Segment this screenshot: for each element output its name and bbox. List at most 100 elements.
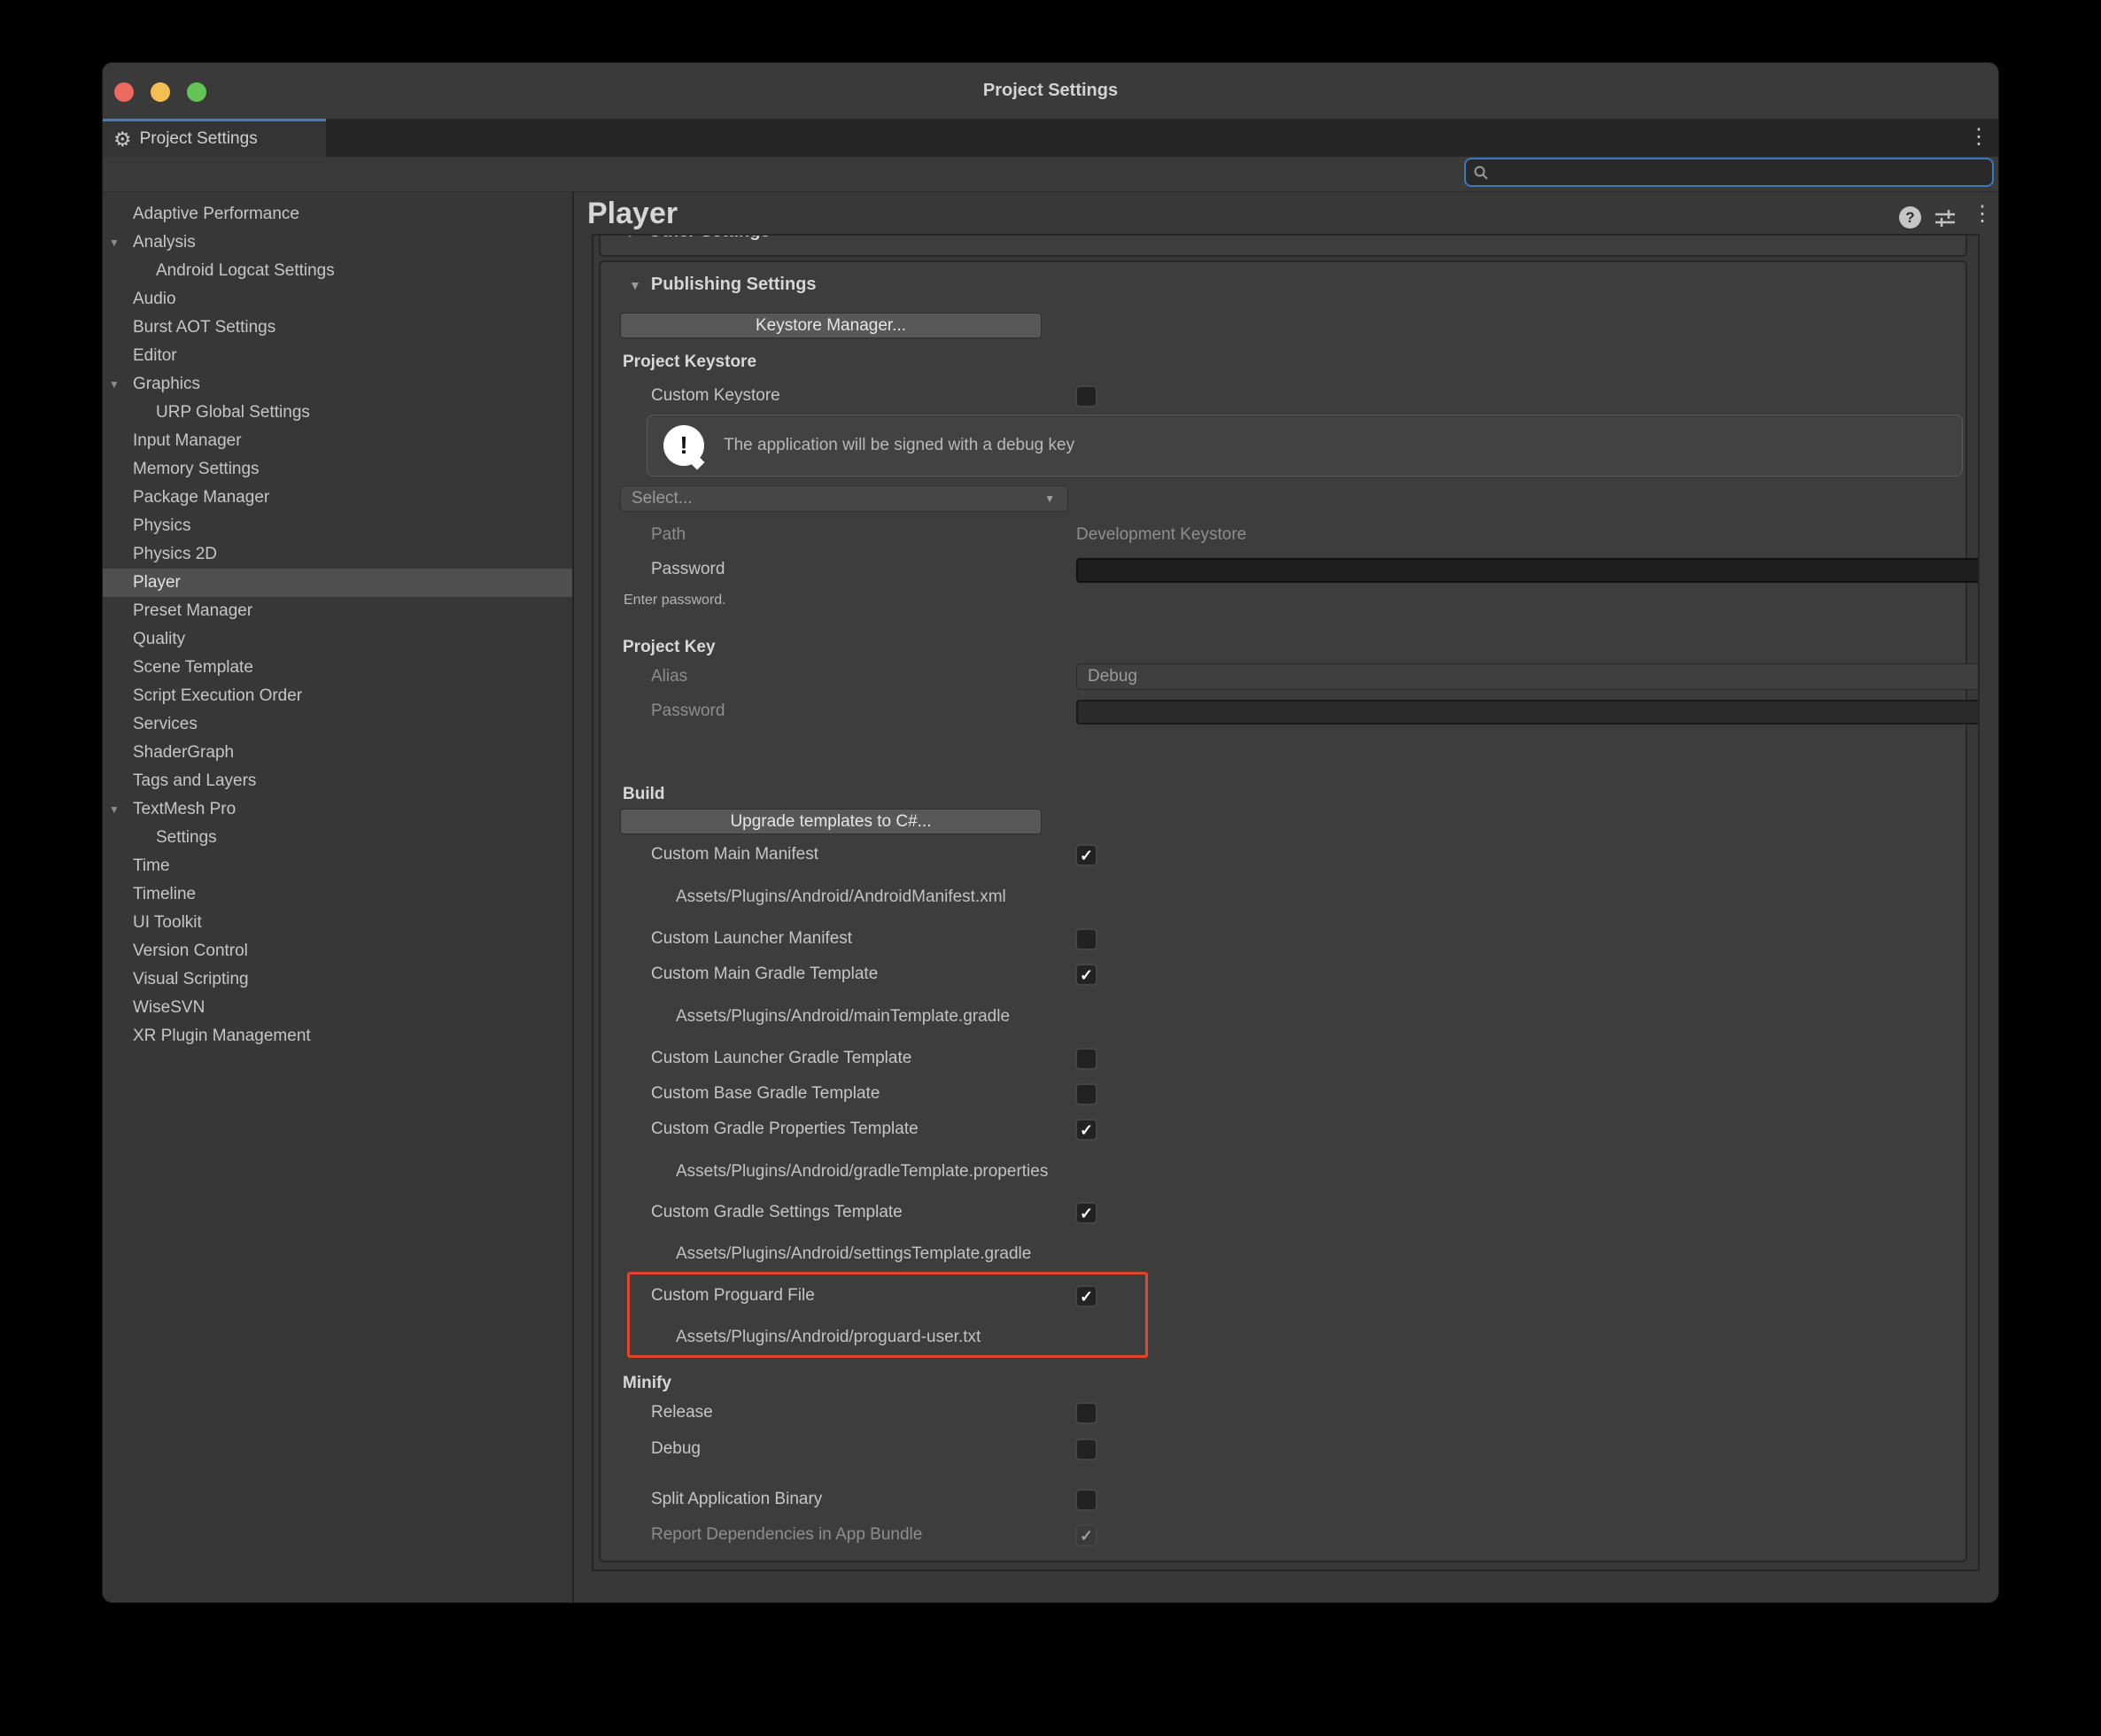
tab-bar: ⚙ Project Settings ⋮ <box>103 119 1998 157</box>
custom-main-gradle-checkbox[interactable]: ✓ <box>1075 964 1097 986</box>
sidebar-item-physics-2d[interactable]: Physics 2D <box>103 540 572 569</box>
chevron-down-icon: ▼ <box>1044 492 1055 505</box>
alias-dropdown[interactable]: Debug ▼ <box>1076 663 1980 690</box>
sidebar-item-visual-scripting[interactable]: Visual Scripting <box>103 965 572 994</box>
help-icon[interactable]: ? <box>1899 206 1921 229</box>
sidebar-item-memory-settings[interactable]: Memory Settings <box>103 455 572 484</box>
sidebar-item-services[interactable]: Services <box>103 710 572 739</box>
tab-menu-kebab-icon[interactable]: ⋮ <box>1968 127 1989 148</box>
check-icon: ✓ <box>1080 848 1093 864</box>
split-application-binary-label: Split Application Binary <box>651 1486 822 1513</box>
sidebar-item-xr-plugin-management[interactable]: XR Plugin Management <box>103 1022 572 1050</box>
sidebar-item-wisesvn[interactable]: WiseSVN <box>103 994 572 1022</box>
keystore-password-input[interactable] <box>1076 558 1980 583</box>
other-settings-section: ▶ Other Settings <box>599 234 1967 257</box>
alias-label: Alias <box>651 663 687 690</box>
keystore-manager-button[interactable]: Keystore Manager... <box>620 313 1042 338</box>
info-message: The application will be signed with a de… <box>724 436 1074 455</box>
search-input[interactable] <box>1494 163 1973 182</box>
custom-proguard-file-checkbox[interactable]: ✓ <box>1075 1285 1097 1307</box>
sidebar-item-analysis[interactable]: ▼Analysis <box>103 229 572 257</box>
check-icon: ✓ <box>1080 1528 1093 1544</box>
report-dependencies-checkbox: ✓ <box>1075 1524 1097 1546</box>
project-settings-window: Project Settings ⚙ Project Settings ⋮ Ad… <box>102 62 1999 1603</box>
sidebar-item-shadergraph[interactable]: ShaderGraph <box>103 739 572 767</box>
foldout-closed-icon: ▶ <box>629 234 639 239</box>
page-title: Player <box>587 197 678 231</box>
keystore-select-dropdown[interactable]: Select... ▼ <box>620 485 1068 512</box>
custom-launcher-manifest-checkbox[interactable]: ✓ <box>1075 928 1097 950</box>
custom-keystore-label: Custom Keystore <box>651 383 780 409</box>
publishing-settings-foldout[interactable]: ▼ Publishing Settings <box>629 275 817 295</box>
upgrade-templates-button[interactable]: Upgrade templates to C#... <box>620 809 1042 834</box>
project-key-header: Project Key <box>623 634 716 661</box>
sidebar-item-scene-template[interactable]: Scene Template <box>103 654 572 682</box>
custom-launcher-gradle-checkbox[interactable]: ✓ <box>1075 1048 1097 1070</box>
build-row-label: Custom Gradle Properties Template <box>651 1116 919 1143</box>
tab-label: Project Settings <box>140 129 258 149</box>
build-row-label: Custom Base Gradle Template <box>651 1081 880 1107</box>
minify-release-checkbox[interactable]: ✓ <box>1075 1402 1097 1424</box>
check-icon: ✓ <box>1080 1122 1093 1138</box>
sidebar-item-editor[interactable]: Editor <box>103 342 572 370</box>
custom-gradle-settings-checkbox[interactable]: ✓ <box>1075 1202 1097 1224</box>
sidebar-item-adaptive-performance[interactable]: Adaptive Performance <box>103 200 572 229</box>
custom-keystore-checkbox[interactable]: ✓ <box>1075 385 1097 407</box>
report-dependencies-label: Report Dependencies in App Bundle <box>651 1522 922 1548</box>
sidebar-item-preset-manager[interactable]: Preset Manager <box>103 597 572 625</box>
minify-row-label: Debug <box>651 1436 701 1462</box>
key-password-input[interactable] <box>1076 700 1980 725</box>
gradle-properties-path: Assets/Plugins/Android/gradleTemplate.pr… <box>676 1159 1048 1185</box>
minify-header: Minify <box>623 1370 671 1397</box>
player-settings-panel: Player ? ⋮ ▶ Other Settings <box>574 192 1999 1603</box>
sidebar-item-textmesh-pro[interactable]: ▼TextMesh Pro <box>103 795 572 824</box>
foldout-open-icon: ▼ <box>629 278 641 292</box>
foldout-open-icon[interactable]: ▼ <box>109 378 120 391</box>
sidebar-item-tmp-settings[interactable]: Settings <box>103 824 572 852</box>
sidebar-item-graphics[interactable]: ▼Graphics <box>103 370 572 399</box>
sidebar-item-script-execution-order[interactable]: Script Execution Order <box>103 682 572 710</box>
publishing-settings-section: ▼ Publishing Settings Keystore Manager..… <box>599 260 1967 1562</box>
search-field[interactable] <box>1464 158 1994 187</box>
sidebar-item-player[interactable]: Player <box>103 569 572 597</box>
custom-base-gradle-checkbox[interactable]: ✓ <box>1075 1083 1097 1105</box>
settings-scroll-view: ▶ Other Settings ▼ Publishing Settings K… <box>592 234 1980 1571</box>
other-settings-foldout[interactable]: ▶ Other Settings <box>629 234 771 242</box>
panel-menu-kebab-icon[interactable]: ⋮ <box>1972 204 1993 225</box>
keystore-path-label: Path <box>651 522 686 548</box>
sidebar-item-time[interactable]: Time <box>103 852 572 880</box>
proguard-path: Assets/Plugins/Android/proguard-user.txt <box>676 1324 981 1351</box>
foldout-open-icon[interactable]: ▼ <box>109 236 120 249</box>
minify-debug-checkbox[interactable]: ✓ <box>1075 1438 1097 1461</box>
sidebar-item-android-logcat-settings[interactable]: Android Logcat Settings <box>103 257 572 285</box>
sidebar-item-tags-and-layers[interactable]: Tags and Layers <box>103 767 572 795</box>
content-area: Adaptive Performance ▼Analysis Android L… <box>103 191 1998 1603</box>
sidebar-item-input-manager[interactable]: Input Manager <box>103 427 572 455</box>
build-row-label: Custom Launcher Gradle Template <box>651 1045 911 1072</box>
sidebar-item-burst-aot-settings[interactable]: Burst AOT Settings <box>103 314 572 342</box>
sidebar-item-physics[interactable]: Physics <box>103 512 572 540</box>
debug-key-info-box: ! The application will be signed with a … <box>647 415 1963 477</box>
sidebar-item-ui-toolkit[interactable]: UI Toolkit <box>103 909 572 937</box>
key-password-label: Password <box>651 698 725 725</box>
keystore-path-value: Development Keystore <box>1076 522 1246 548</box>
window-title: Project Settings <box>103 63 1998 119</box>
custom-gradle-properties-checkbox[interactable]: ✓ <box>1075 1119 1097 1141</box>
split-application-binary-checkbox[interactable]: ✓ <box>1075 1489 1097 1511</box>
custom-main-manifest-checkbox[interactable]: ✓ <box>1075 844 1097 866</box>
warning-icon: ! <box>663 425 704 466</box>
sidebar-item-urp-global-settings[interactable]: URP Global Settings <box>103 399 572 427</box>
main-gradle-path: Assets/Plugins/Android/mainTemplate.grad… <box>676 1004 1010 1030</box>
sidebar-item-version-control[interactable]: Version Control <box>103 937 572 965</box>
settings-template-path: Assets/Plugins/Android/settingsTemplate.… <box>676 1241 1031 1267</box>
sidebar-item-audio[interactable]: Audio <box>103 285 572 314</box>
sidebar-item-package-manager[interactable]: Package Manager <box>103 484 572 512</box>
sidebar-item-quality[interactable]: Quality <box>103 625 572 654</box>
search-icon <box>1473 165 1489 181</box>
sidebar-item-timeline[interactable]: Timeline <box>103 880 572 909</box>
build-header: Build <box>623 781 665 808</box>
tab-project-settings[interactable]: ⚙ Project Settings <box>103 119 326 157</box>
preset-sliders-icon[interactable] <box>1933 205 1958 230</box>
enter-password-helper: Enter password. <box>624 590 726 611</box>
foldout-open-icon[interactable]: ▼ <box>109 803 120 816</box>
